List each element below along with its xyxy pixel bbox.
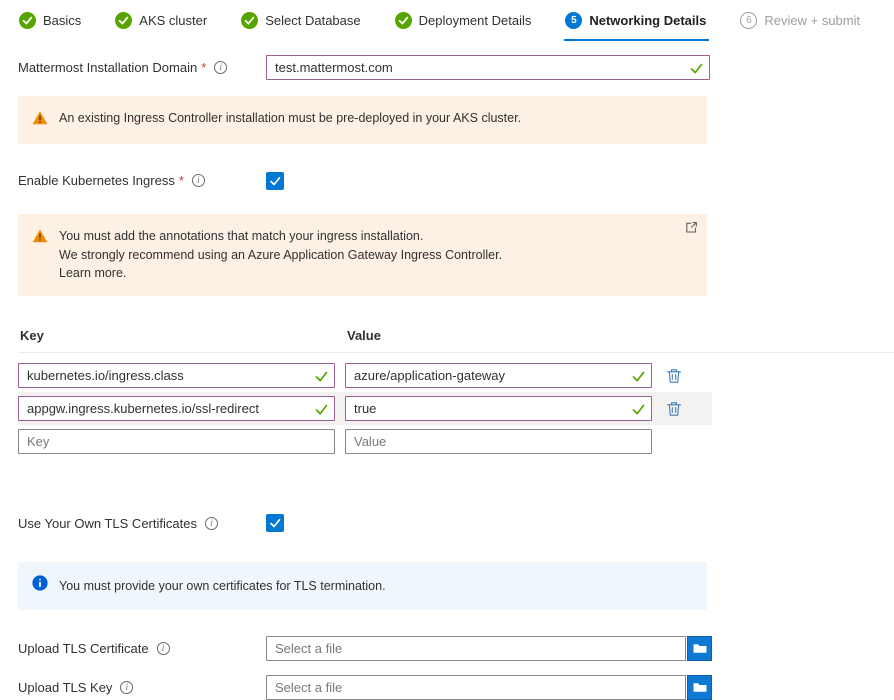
form-row-upload-cert: Upload TLS Certificate xyxy=(18,636,894,661)
annotations-warning-banner: You must add the annotations that match … xyxy=(18,214,707,296)
step-number-icon: 5 xyxy=(565,12,582,29)
tab-networking-details[interactable]: 5 Networking Details xyxy=(564,6,709,41)
annotation-value-input[interactable] xyxy=(345,363,652,388)
info-icon[interactable] xyxy=(192,174,205,187)
valid-check-icon xyxy=(632,370,645,382)
info-icon[interactable] xyxy=(120,681,133,694)
trash-icon xyxy=(666,368,682,384)
folder-icon xyxy=(692,679,708,695)
warning-icon xyxy=(32,110,48,131)
annotations-table: Key Value xyxy=(18,322,894,458)
enable-ingress-checkbox[interactable] xyxy=(266,172,284,190)
tab-review-submit[interactable]: 6 Review + submit xyxy=(739,6,863,41)
form-row-upload-key: Upload TLS Key xyxy=(18,675,894,700)
browse-file-button[interactable] xyxy=(687,636,712,661)
wizard-step-tabs: Basics AKS cluster Select Database Deplo… xyxy=(0,0,894,41)
browse-file-button[interactable] xyxy=(687,675,712,700)
annotation-key-input[interactable] xyxy=(18,396,335,421)
annotations-table-header: Key Value xyxy=(18,322,894,353)
valid-check-icon xyxy=(315,370,328,382)
tab-label: Networking Details xyxy=(589,13,706,28)
required-marker: * xyxy=(201,60,206,75)
checkbox-check-icon xyxy=(269,517,281,529)
step-complete-icon xyxy=(115,12,132,29)
delete-row-button[interactable] xyxy=(662,364,686,388)
valid-check-icon xyxy=(315,403,328,415)
info-icon[interactable] xyxy=(205,517,218,530)
annotation-key-input[interactable] xyxy=(18,429,335,454)
warning-line-1: You must add the annotations that match … xyxy=(59,229,423,243)
ingress-warning-banner: An existing Ingress Controller installat… xyxy=(18,96,707,144)
annotation-value-input[interactable] xyxy=(345,429,652,454)
tab-label: AKS cluster xyxy=(139,13,207,28)
tls-info-banner: You must provide your own certificates f… xyxy=(18,562,707,610)
table-row xyxy=(18,392,712,425)
tab-label: Review + submit xyxy=(764,13,860,28)
table-row xyxy=(18,359,712,392)
annotations-warning-text: You must add the annotations that match … xyxy=(59,227,502,283)
learn-more-link[interactable]: Learn more. xyxy=(59,266,126,280)
own-tls-label: Use Your Own TLS Certificates xyxy=(18,516,197,531)
tls-info-text: You must provide your own certificates f… xyxy=(59,577,386,596)
ingress-warning-text: An existing Ingress Controller installat… xyxy=(59,109,521,131)
upload-key-label: Upload TLS Key xyxy=(18,680,112,695)
tab-label: Select Database xyxy=(265,13,360,28)
key-column-header: Key xyxy=(20,328,347,343)
tab-label: Deployment Details xyxy=(419,13,532,28)
checkbox-check-icon xyxy=(269,175,281,187)
enable-ingress-label: Enable Kubernetes Ingress xyxy=(18,173,175,188)
tab-aks-cluster[interactable]: AKS cluster xyxy=(114,6,210,41)
info-icon[interactable] xyxy=(157,642,170,655)
step-complete-icon xyxy=(19,12,36,29)
own-tls-checkbox[interactable] xyxy=(266,514,284,532)
warning-icon xyxy=(32,228,48,283)
tab-label: Basics xyxy=(43,13,81,28)
upload-cert-input[interactable] xyxy=(266,636,686,661)
step-complete-icon xyxy=(241,12,258,29)
domain-input[interactable] xyxy=(266,55,710,80)
required-marker: * xyxy=(179,173,184,188)
form-row-domain: Mattermost Installation Domain * xyxy=(18,55,894,80)
tab-select-database[interactable]: Select Database xyxy=(240,6,363,41)
value-column-header: Value xyxy=(347,328,654,343)
form-row-enable-ingress: Enable Kubernetes Ingress * xyxy=(18,172,894,190)
step-complete-icon xyxy=(395,12,412,29)
warning-line-2: We strongly recommend using an Azure App… xyxy=(59,248,502,262)
trash-icon xyxy=(666,401,682,417)
upload-key-input[interactable] xyxy=(266,675,686,700)
folder-icon xyxy=(692,640,708,656)
form-row-own-tls: Use Your Own TLS Certificates xyxy=(18,514,894,532)
tab-deployment-details[interactable]: Deployment Details xyxy=(394,6,535,41)
tab-basics[interactable]: Basics xyxy=(18,6,84,41)
info-icon[interactable] xyxy=(214,61,227,74)
domain-label: Mattermost Installation Domain xyxy=(18,60,197,75)
table-row-empty xyxy=(18,425,712,458)
step-number-icon: 6 xyxy=(740,12,757,29)
valid-check-icon xyxy=(632,403,645,415)
external-link-icon[interactable] xyxy=(685,221,698,240)
info-circle-icon xyxy=(32,575,48,597)
valid-check-icon xyxy=(690,62,703,74)
annotation-value-input[interactable] xyxy=(345,396,652,421)
annotation-key-input[interactable] xyxy=(18,363,335,388)
delete-row-button[interactable] xyxy=(662,397,686,421)
upload-cert-label: Upload TLS Certificate xyxy=(18,641,149,656)
